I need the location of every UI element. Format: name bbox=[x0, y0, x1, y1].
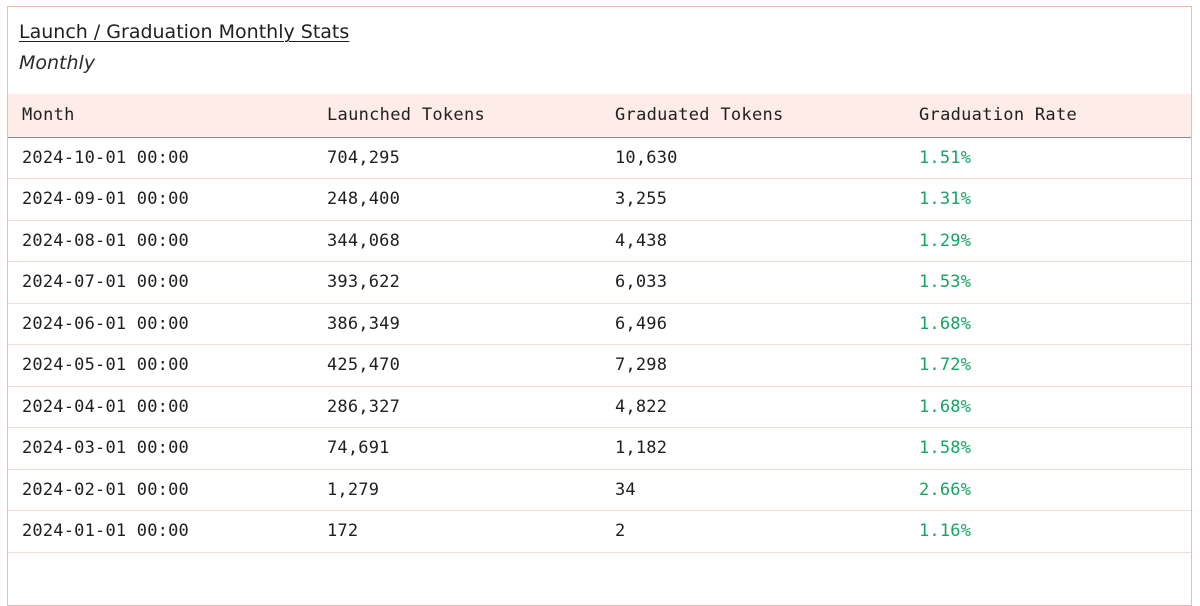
cell-graduated-tokens: 1,182 bbox=[601, 427, 905, 470]
table-row: 2024-06-01 00:00 386,349 6,496 1.68% bbox=[8, 303, 1191, 345]
cell-month: 2024-01-01 00:00 bbox=[8, 510, 313, 553]
cell-launched-tokens: 425,470 bbox=[313, 344, 601, 387]
cell-launched-tokens: 704,295 bbox=[313, 137, 601, 179]
cell-graduation-rate: 1.51% bbox=[905, 137, 1191, 179]
cell-graduated-tokens: 10,630 bbox=[601, 137, 905, 179]
cell-launched-tokens: 172 bbox=[313, 510, 601, 553]
cell-graduation-rate: 1.16% bbox=[905, 510, 1191, 553]
cell-launched-tokens: 393,622 bbox=[313, 261, 601, 304]
column-header-graduated-tokens: Graduated Tokens bbox=[601, 94, 905, 138]
cell-month: 2024-10-01 00:00 bbox=[8, 137, 313, 179]
cell-graduation-rate: 1.68% bbox=[905, 386, 1191, 428]
cell-launched-tokens: 248,400 bbox=[313, 178, 601, 221]
column-header-launched-tokens: Launched Tokens bbox=[313, 94, 601, 138]
widget-subtitle: Monthly bbox=[19, 52, 96, 74]
cell-graduated-tokens: 4,438 bbox=[601, 220, 905, 262]
table-row: 2024-04-01 00:00 286,327 4,822 1.68% bbox=[8, 386, 1191, 428]
stats-widget-panel: Launch / Graduation Monthly Stats Monthl… bbox=[7, 6, 1192, 606]
stats-table: Month Launched Tokens Graduated Tokens G… bbox=[8, 94, 1191, 553]
cell-month: 2024-05-01 00:00 bbox=[8, 344, 313, 387]
table-header: Month Launched Tokens Graduated Tokens G… bbox=[8, 94, 1191, 138]
cell-launched-tokens: 74,691 bbox=[313, 427, 601, 470]
cell-graduated-tokens: 4,822 bbox=[601, 386, 905, 428]
table-header-row: Month Launched Tokens Graduated Tokens G… bbox=[8, 94, 1191, 138]
cell-month: 2024-07-01 00:00 bbox=[8, 261, 313, 304]
table-body: 2024-10-01 00:00 704,295 10,630 1.51% 20… bbox=[8, 137, 1191, 553]
cell-month: 2024-03-01 00:00 bbox=[8, 427, 313, 470]
column-header-month: Month bbox=[8, 94, 313, 138]
table-row: 2024-07-01 00:00 393,622 6,033 1.53% bbox=[8, 261, 1191, 304]
table-row: 2024-09-01 00:00 248,400 3,255 1.31% bbox=[8, 178, 1191, 221]
cell-graduated-tokens: 2 bbox=[601, 510, 905, 553]
cell-graduation-rate: 2.66% bbox=[905, 469, 1191, 511]
column-header-graduation-rate: Graduation Rate bbox=[905, 94, 1191, 138]
cell-launched-tokens: 386,349 bbox=[313, 303, 601, 345]
cell-graduation-rate: 1.58% bbox=[905, 427, 1191, 470]
cell-graduated-tokens: 34 bbox=[601, 469, 905, 511]
cell-graduation-rate: 1.53% bbox=[905, 261, 1191, 304]
cell-month: 2024-08-01 00:00 bbox=[8, 220, 313, 262]
cell-graduation-rate: 1.31% bbox=[905, 178, 1191, 221]
cell-graduation-rate: 1.29% bbox=[905, 220, 1191, 262]
cell-graduated-tokens: 7,298 bbox=[601, 344, 905, 387]
table-row: 2024-08-01 00:00 344,068 4,438 1.29% bbox=[8, 220, 1191, 262]
cell-launched-tokens: 1,279 bbox=[313, 469, 601, 511]
cell-month: 2024-04-01 00:00 bbox=[8, 386, 313, 428]
cell-graduation-rate: 1.68% bbox=[905, 303, 1191, 345]
cell-graduated-tokens: 3,255 bbox=[601, 178, 905, 221]
cell-month: 2024-06-01 00:00 bbox=[8, 303, 313, 345]
table-row: 2024-10-01 00:00 704,295 10,630 1.51% bbox=[8, 137, 1191, 179]
cell-month: 2024-02-01 00:00 bbox=[8, 469, 313, 511]
table-row: 2024-05-01 00:00 425,470 7,298 1.72% bbox=[8, 344, 1191, 387]
cell-graduated-tokens: 6,033 bbox=[601, 261, 905, 304]
cell-launched-tokens: 344,068 bbox=[313, 220, 601, 262]
table-row: 2024-02-01 00:00 1,279 34 2.66% bbox=[8, 469, 1191, 511]
table-row: 2024-03-01 00:00 74,691 1,182 1.58% bbox=[8, 427, 1191, 470]
cell-graduated-tokens: 6,496 bbox=[601, 303, 905, 345]
cell-month: 2024-09-01 00:00 bbox=[8, 178, 313, 221]
table-row: 2024-01-01 00:00 172 2 1.16% bbox=[8, 510, 1191, 553]
cell-graduation-rate: 1.72% bbox=[905, 344, 1191, 387]
cell-launched-tokens: 286,327 bbox=[313, 386, 601, 428]
widget-title[interactable]: Launch / Graduation Monthly Stats bbox=[19, 21, 349, 43]
